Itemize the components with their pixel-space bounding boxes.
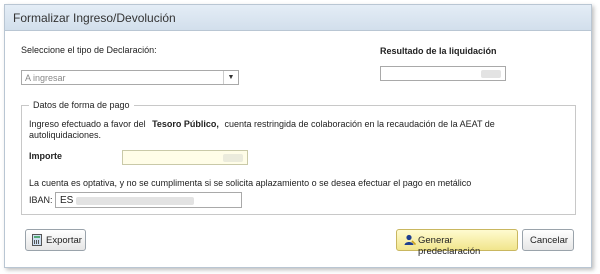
cancel-button[interactable]: Cancelar (522, 229, 574, 251)
result-label: Resultado de la liquidación (380, 46, 497, 56)
payment-description-line2: autoliquidaciones. (29, 130, 102, 140)
user-icon (404, 234, 416, 246)
payment-legend: Datos de forma de pago (29, 100, 134, 110)
importe-field[interactable] (122, 150, 248, 165)
dialog-title: Formalizar Ingreso/Devolución (13, 11, 176, 25)
payment-text-prefix: Ingreso efectuado a favor del (29, 119, 146, 129)
redacted-value (223, 154, 243, 162)
importe-label: Importe (29, 151, 63, 161)
iban-label: IBAN: (29, 195, 53, 205)
payment-text-suffix: cuenta restringida de colaboración en la… (224, 119, 495, 129)
iban-field[interactable]: ES (55, 192, 242, 208)
payment-description: Ingreso efectuado a favor del Tesoro Púb… (29, 119, 495, 129)
redacted-value (481, 70, 501, 78)
export-button-label: Exportar (46, 235, 82, 246)
redacted-value (76, 197, 194, 205)
declaration-type-value: A ingresar (25, 73, 66, 83)
dialog-titlebar: Formalizar Ingreso/Devolución (5, 5, 591, 31)
chevron-down-icon[interactable]: ▼ (223, 71, 238, 84)
generate-button-label: Generar predeclaración (418, 235, 481, 257)
generate-predeclaration-button[interactable]: Generar predeclaración (396, 229, 518, 257)
optional-account-note: La cuenta es optativa, y no se cumplimen… (29, 178, 472, 188)
iban-value: ES (60, 195, 74, 206)
declaration-type-select[interactable]: A ingresar ▼ (21, 70, 239, 85)
result-field (380, 66, 506, 81)
calculator-icon (32, 234, 42, 246)
cancel-button-label: Cancelar (530, 235, 569, 246)
export-button[interactable]: Exportar (25, 229, 86, 251)
payment-text-bold: Tesoro Público, (152, 119, 219, 129)
declaration-type-label: Seleccione el tipo de Declaración: (21, 45, 157, 55)
